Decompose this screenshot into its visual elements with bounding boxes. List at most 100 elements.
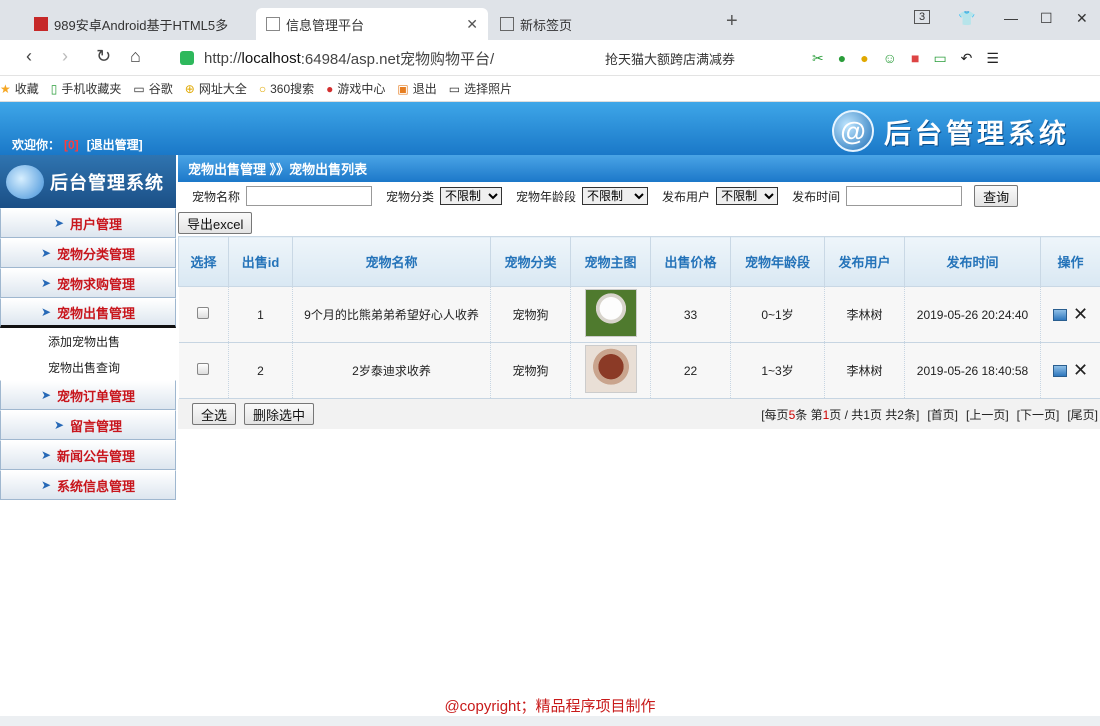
copyright-footer: @copyright；精品程序项目制作	[444, 698, 656, 715]
user-label: 发布用户	[662, 189, 711, 204]
sidebar-item-messages[interactable]: ➤ 留言管理	[0, 410, 176, 440]
logout-link[interactable]: [退出管理]	[87, 138, 143, 152]
star-icon: ★	[0, 81, 11, 96]
page-icon	[266, 17, 280, 31]
age-select[interactable]: 不限制	[582, 187, 649, 205]
battery-icon[interactable]: ▭	[933, 50, 946, 67]
sidebar-item-pet-categories[interactable]: ➤ 宠物分类管理	[0, 238, 176, 268]
circle-icon: ○	[258, 81, 267, 96]
sidebar-subitem-add-sale[interactable]: 添加宠物出售	[0, 328, 176, 354]
close-window-icon[interactable]: ✕	[1076, 10, 1088, 27]
pager-last-link[interactable]: [尾页]	[1067, 406, 1098, 423]
cell-name: 2岁泰迪求收养	[292, 342, 491, 399]
time-label: 发布时间	[792, 189, 841, 204]
menu-arrow-icon: ➤	[40, 448, 52, 462]
export-excel-button[interactable]: 导出excel	[178, 212, 253, 234]
delete-icon[interactable]: ✕	[1073, 360, 1088, 381]
apps-icon[interactable]: ■	[911, 50, 919, 67]
cell-id: 2	[228, 342, 293, 399]
bookmark-label: 收藏	[14, 82, 39, 96]
home-icon[interactable]: ⌂	[130, 46, 141, 67]
sidebar-item-users[interactable]: ➤ 用户管理	[0, 208, 176, 238]
category-select[interactable]: 不限制	[440, 187, 503, 205]
bookmark-label: 游戏中心	[337, 82, 386, 96]
browser-status-bar	[0, 716, 1100, 726]
row-checkbox[interactable]	[197, 363, 210, 375]
bookmark-google[interactable]: ▭ 谷歌	[133, 80, 172, 97]
pager-info: [每页5条 第1页 / 共1页 共2条]	[761, 406, 919, 423]
pager-prev-link[interactable]: [上一页]	[966, 406, 1009, 423]
translate-icon[interactable]: ●	[838, 50, 846, 67]
minimize-icon[interactable]: —	[1004, 10, 1018, 26]
delete-selected-button[interactable]: 删除选中	[244, 403, 315, 425]
sidebar: 后台管理系统 ➤ 用户管理 ➤ 宠物分类管理 ➤ 宠物求购管理 ➤ 宠物出售管理 添加宠…	[0, 155, 176, 506]
coin-icon[interactable]: ●	[860, 50, 868, 67]
forward-icon[interactable]: ›	[62, 46, 68, 67]
cell-category: 宠物狗	[490, 286, 571, 343]
reload-icon[interactable]: ↻	[96, 46, 111, 67]
pet-image[interactable]	[584, 345, 637, 393]
sidebar-item-label: 用户管理	[70, 216, 123, 232]
column-header: 出售id	[228, 236, 293, 287]
sidebar-item-system-info[interactable]: ➤ 系统信息管理	[0, 470, 176, 500]
breadcrumb: 宠物出售管理 》》宠物出售列表	[178, 155, 1100, 182]
game-icon: ●	[326, 81, 334, 96]
maximize-icon[interactable]: ☐	[1040, 10, 1053, 27]
undo-icon[interactable]: ↶	[961, 50, 973, 67]
menu-arrow-icon: ➤	[40, 246, 52, 260]
cell-age: 0~1岁	[730, 286, 825, 343]
menu-arrow-icon: ➤	[53, 418, 65, 432]
bookmark-directory[interactable]: ⊕ 网址大全	[185, 80, 247, 97]
scissors-icon[interactable]: ✂	[812, 50, 824, 67]
column-header: 选择	[178, 236, 229, 287]
menu-arrow-icon: ➤	[40, 388, 52, 402]
browser-tab-3[interactable]: 新标签页	[490, 8, 718, 40]
pager-text: [每页	[761, 407, 789, 422]
table-actions: 全选 删除选中 [每页5条 第1页 / 共1页 共2条] [首页] [上一页] …	[178, 399, 1100, 429]
emoji-icon[interactable]: ☺	[883, 50, 897, 67]
sidebar-subitem-query-sale[interactable]: 宠物出售查询	[0, 354, 176, 380]
bookmark-label: 网址大全	[198, 82, 247, 96]
time-input[interactable]	[846, 186, 963, 206]
table-row: 1 9个月的比熊弟弟希望好心人收养 宠物狗 33 0~1岁 李林树 2019-0…	[178, 286, 1100, 343]
bookmark-360search[interactable]: ○ 360搜索	[259, 80, 314, 97]
browser-tab-1[interactable]: 989安卓Android基于HTML5多	[24, 8, 252, 40]
cell-age: 1~3岁	[730, 342, 825, 399]
cell-time: 2019-05-26 20:24:40	[904, 286, 1041, 343]
query-button[interactable]: 查询	[974, 185, 1019, 207]
close-tab-icon[interactable]: ✕	[466, 16, 478, 33]
pager-next-link[interactable]: [下一页]	[1017, 406, 1060, 423]
delete-icon[interactable]: ✕	[1073, 304, 1088, 325]
bookmark-mobile[interactable]: ▯ 手机收藏夹	[51, 80, 122, 97]
new-tab-icon[interactable]: +	[726, 10, 738, 33]
bookmark-photo[interactable]: ▭ 选择照片	[449, 80, 512, 97]
select-all-button[interactable]: 全选	[192, 403, 237, 425]
sidebar-item-pet-sale[interactable]: ➤ 宠物出售管理	[0, 298, 176, 328]
site-favicon-icon	[34, 17, 48, 31]
pet-name-input[interactable]	[246, 186, 373, 206]
shirt-icon[interactable]: 👕	[958, 10, 975, 27]
sidebar-logo-icon	[6, 164, 44, 199]
bookmark-games[interactable]: ● 游戏中心	[326, 80, 385, 97]
tab-count-badge[interactable]: 3	[914, 10, 931, 24]
pet-image[interactable]	[584, 289, 637, 337]
edit-icon[interactable]	[1052, 308, 1067, 321]
bookmark-exit[interactable]: ▣ 退出	[397, 80, 436, 97]
promo-link[interactable]: 抢天猫大额跨店满减券	[605, 49, 735, 68]
browser-tab-bar: 989安卓Android基于HTML5多 信息管理平台 ✕ 新标签页 + 3 👕…	[0, 0, 1100, 40]
menu-icon[interactable]: ☰	[986, 50, 999, 67]
edit-icon[interactable]	[1052, 364, 1067, 377]
row-checkbox[interactable]	[197, 307, 210, 319]
pager-first-link[interactable]: [首页]	[927, 406, 958, 423]
column-header: 发布时间	[904, 236, 1041, 287]
sidebar-item-pet-wanted[interactable]: ➤ 宠物求购管理	[0, 268, 176, 298]
pagination: [每页5条 第1页 / 共1页 共2条] [首页] [上一页] [下一页] [尾…	[761, 406, 1100, 423]
sidebar-item-orders[interactable]: ➤ 宠物订单管理	[0, 380, 176, 410]
brand-logo-icon: @	[832, 110, 874, 152]
welcome-label: 欢迎你：	[12, 138, 61, 152]
bookmark-favorites[interactable]: ★ 收藏	[0, 80, 39, 97]
browser-tab-2[interactable]: 信息管理平台 ✕	[256, 8, 488, 40]
user-select[interactable]: 不限制	[716, 187, 779, 205]
back-icon[interactable]: ‹	[26, 46, 32, 67]
sidebar-item-news[interactable]: ➤ 新闻公告管理	[0, 440, 176, 470]
